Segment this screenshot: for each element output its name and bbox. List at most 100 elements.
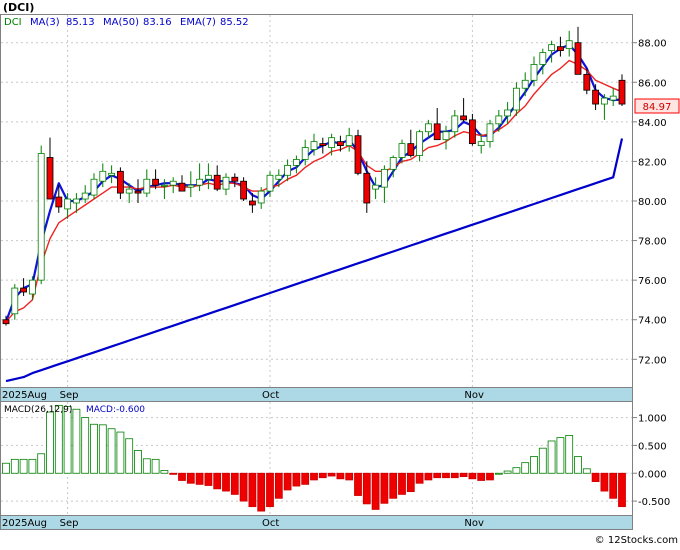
macd-bar — [354, 472, 362, 496]
price-x-axis-bar — [0, 387, 633, 402]
candle-body — [504, 109, 512, 117]
candle-body — [284, 164, 292, 176]
candle-body — [574, 42, 582, 75]
candle-body — [28, 279, 36, 295]
price-x-tick-label: Sep — [60, 390, 79, 401]
macd-bar — [486, 472, 494, 481]
candle-body — [557, 46, 564, 52]
candle-body — [266, 174, 274, 192]
macd-x-tick-label: Nov — [464, 518, 484, 529]
last-price-tag-text: 84.97 — [643, 102, 672, 113]
candle-body — [539, 52, 547, 65]
candle-body — [231, 176, 239, 182]
candle-body — [363, 172, 371, 204]
candle-body — [310, 141, 318, 150]
macd-y-tick-label: 0.000 — [638, 469, 667, 480]
macd-bar — [318, 472, 327, 479]
legend-ema7-value: 85.52 — [220, 17, 249, 28]
macd-bar — [538, 447, 547, 474]
macd-bar — [406, 472, 415, 493]
stock-chart: 72.00 74.00 76.00 78.00 80.00 82.00 84.00 86.00… — [0, 0, 680, 546]
candle-body — [73, 198, 80, 204]
macd-bar — [292, 472, 301, 487]
macd-bar — [169, 472, 178, 475]
candle-body — [204, 174, 212, 180]
candle-body — [495, 115, 503, 125]
candle-body — [336, 141, 344, 146]
macd-x-tick-label: 2025Aug — [2, 518, 47, 529]
macd-bar — [530, 456, 538, 474]
macd-bar — [2, 462, 10, 474]
candle-body — [583, 73, 591, 91]
candle-body — [108, 172, 115, 176]
macd-bar — [257, 472, 266, 512]
candle-body — [81, 192, 89, 200]
candle-body — [592, 89, 599, 105]
macd-bar — [213, 472, 222, 490]
macd-bar — [477, 472, 486, 481]
macd-bar — [547, 440, 556, 474]
price-y-tick-label: 88.00 — [638, 39, 667, 50]
macd-bar — [204, 472, 213, 486]
macd-y-tick-label: -0.500 — [638, 497, 670, 508]
chart-canvas: 72.00 74.00 76.00 78.00 80.00 82.00 84.00 86.00… — [0, 0, 680, 546]
macd-bar — [433, 472, 442, 479]
macd-bar — [54, 404, 63, 474]
macd-bar — [134, 450, 142, 474]
candle-body — [213, 174, 221, 190]
macd-bar — [116, 431, 125, 474]
macd-bar — [327, 472, 336, 477]
macd-bar — [362, 472, 371, 505]
candle-body — [55, 196, 63, 208]
candle-body — [442, 131, 450, 141]
candle-body — [169, 180, 177, 186]
price-y-tick-label: 78.00 — [638, 237, 667, 248]
macd-bar — [248, 472, 257, 508]
candle-body — [618, 79, 626, 105]
legend-symbol: DCI — [4, 17, 22, 28]
candle-body — [345, 135, 353, 146]
macd-bar — [503, 470, 512, 474]
price-legend: DCI MA(3) 85.13 MA(50) 83.16 EMA(7) 85.5… — [4, 17, 249, 28]
macd-bar — [37, 453, 46, 474]
macd-bar — [310, 472, 318, 481]
candle-body — [389, 157, 397, 170]
candle-body — [328, 137, 336, 148]
candle-body — [398, 143, 406, 158]
macd-bar — [336, 472, 345, 480]
price-y-tick-label: 74.00 — [638, 316, 667, 327]
candle-body — [11, 287, 19, 315]
macd-bar — [63, 406, 72, 474]
macd-bar — [512, 467, 521, 474]
candle-body — [99, 170, 107, 182]
candle-body — [319, 143, 327, 146]
macd-bar — [565, 434, 574, 474]
price-x-tick-label: 2025Aug — [2, 390, 47, 401]
candle-body — [292, 159, 300, 166]
macd-bar — [582, 468, 591, 474]
macd-bar — [195, 472, 204, 485]
candle-body — [424, 123, 432, 133]
chart-title: (DCI) — [3, 1, 34, 14]
legend-ema7-label: EMA(7) — [180, 17, 216, 28]
macd-bar — [415, 472, 424, 484]
macd-bar — [230, 472, 239, 495]
candle-body — [187, 184, 195, 188]
macd-bar — [618, 472, 626, 508]
candle-body — [248, 200, 256, 206]
candle-body — [521, 79, 529, 89]
macd-x-tick-label: Oct — [262, 518, 279, 529]
macd-bar — [371, 472, 380, 510]
candle-body — [275, 174, 283, 180]
candle-body — [117, 170, 124, 194]
candle-body — [565, 40, 573, 50]
legend-ma3-label: MA(3) — [30, 17, 60, 28]
macd-bar — [556, 437, 565, 474]
candle-body — [301, 147, 309, 160]
candle-body — [372, 184, 380, 190]
macd-bar — [186, 472, 195, 484]
candle-body — [416, 131, 424, 156]
macd-bar — [222, 472, 230, 492]
candle-body — [178, 182, 186, 192]
price-y-tick-label: 86.00 — [638, 78, 667, 89]
